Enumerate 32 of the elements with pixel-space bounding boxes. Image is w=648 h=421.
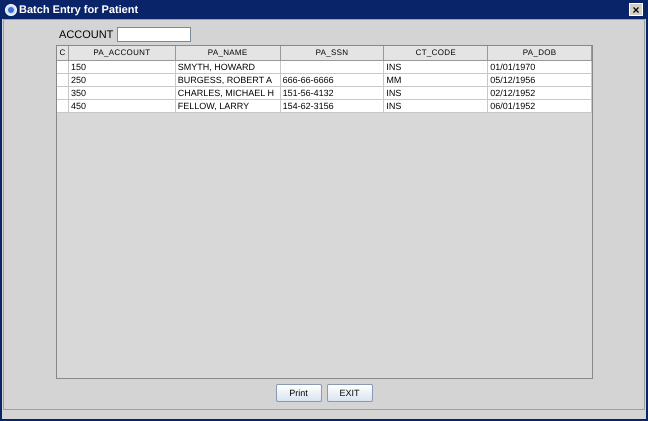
table-cell: BURGESS, ROBERT A (176, 74, 281, 86)
column-header[interactable]: C (57, 46, 69, 60)
column-header[interactable]: CT_CODE (384, 46, 488, 60)
table-cell: INS (384, 61, 488, 73)
column-header[interactable]: PA_ACCOUNT (68, 46, 176, 60)
table-cell: MM (384, 74, 488, 86)
window-title: Batch Entry for Patient (19, 4, 138, 16)
table-cell: 02/12/1952 (488, 87, 592, 99)
table-cell: 151-56-4132 (280, 87, 384, 99)
action-button[interactable]: Print (276, 384, 322, 402)
table-cell: SMYTH, HOWARD (176, 61, 281, 73)
column-header[interactable]: PA_NAME (176, 46, 281, 60)
table-cell: 666-66-6666 (280, 74, 384, 86)
table-cell: FELLOW, LARRY (176, 100, 281, 112)
action-button[interactable]: EXIT (326, 384, 372, 402)
app-icon (5, 4, 17, 16)
table-cell: INS (384, 87, 488, 99)
column-header[interactable]: PA_DOB (488, 46, 592, 60)
table-cell: 350 (68, 87, 176, 99)
table-cell: 150 (68, 61, 176, 73)
table-cell: 450 (68, 100, 176, 112)
account-label: ACCOUNT (59, 28, 114, 40)
table-cell: INS (384, 100, 488, 112)
table-cell: 01/01/1970 (488, 61, 592, 73)
column-header[interactable]: PA_SSN (280, 46, 384, 60)
table-cell: CHARLES, MICHAEL H (176, 87, 281, 99)
table-cell: 154-62-3156 (280, 100, 384, 112)
close-button[interactable]: × (629, 3, 643, 16)
table-cell: 06/01/1952 (488, 100, 592, 112)
table-cell: 250 (68, 74, 176, 86)
table-cell: 05/12/1956 (488, 74, 592, 86)
account-field[interactable] (117, 27, 192, 42)
